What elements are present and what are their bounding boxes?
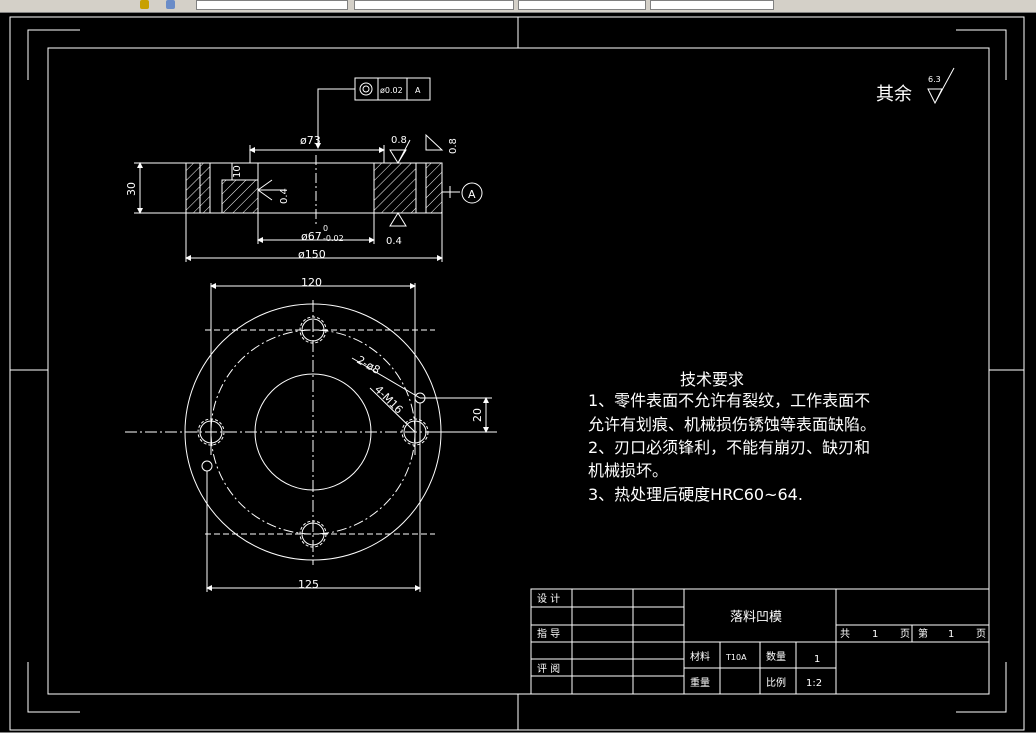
tb-material-label: 材料 (690, 650, 710, 663)
tech-requirements: 技术要求 1、零件表面不允许有裂纹，工作表面不 允许有划痕、机械损伤锈蚀等表面缺… (588, 370, 876, 504)
dim-h30: 30 (125, 182, 138, 196)
tech-title: 技术要求 (680, 370, 744, 389)
dim-w125: 125 (298, 578, 319, 591)
dim-w120: 120 (301, 276, 322, 289)
roughness-08b: 0.8 (448, 138, 459, 154)
tolerance-value: ø0.02 (380, 86, 403, 95)
plan-dim-text: 120 125 20 2-ø8 4-M16 (298, 276, 484, 591)
tb-part-name: 落料凹模 (730, 610, 782, 625)
tolerance-datum: A (415, 86, 421, 95)
tb-total-n: 1 (872, 629, 878, 640)
dim-h10: 10 (232, 165, 243, 178)
title-block (530, 588, 990, 695)
sheet-frame (9, 16, 1025, 731)
roughness-04b: 0.4 (386, 236, 402, 247)
tb-material: T10A (725, 653, 747, 662)
general-roughness: 其余 6.3 (876, 67, 955, 105)
tb-page-word2: 页 (976, 628, 986, 640)
dim-h20: 20 (471, 408, 484, 422)
roughness-label: 其余 (876, 84, 912, 105)
layer-icon[interactable] (140, 0, 149, 9)
tech-line-1: 1、零件表面不允许有裂纹，工作表面不 (588, 391, 870, 410)
section-view (185, 155, 443, 225)
toolbar (0, 0, 1036, 13)
tb-audit: 评 阅 (537, 662, 560, 675)
datum-label: A (468, 188, 476, 201)
tb-qty: 1 (814, 654, 820, 665)
tb-design: 设 计 (537, 592, 560, 605)
roughness-04a: 0.4 (279, 188, 290, 204)
dim-d67: ø67 (301, 230, 322, 243)
lineweight-dropdown[interactable] (650, 0, 774, 10)
tb-scale: 1:2 (806, 678, 822, 689)
linetype-dropdown[interactable] (518, 0, 646, 10)
tech-line-5: 3、热处理后硬度HRC60~64. (588, 485, 803, 504)
command-line[interactable] (0, 732, 1036, 741)
tolerance-frame: ø0.02 A (315, 77, 431, 149)
tb-qty-label: 数量 (766, 650, 786, 663)
datum-marker: A (442, 182, 483, 204)
tb-total: 共 (840, 628, 850, 640)
roughness-08a: 0.8 (391, 135, 407, 146)
roughness-value: 6.3 (928, 75, 941, 84)
tb-sheet: 第 (918, 627, 928, 640)
drawing-canvas[interactable]: 其余 6.3 ø0.02 A ø73 ø67 0 -0.02 ø150 30 1… (0, 13, 1036, 732)
dim-d67-lower: -0.02 (323, 234, 344, 243)
layer-dropdown[interactable] (196, 0, 348, 10)
dim-holes-b: 4-M16 (372, 383, 406, 417)
dim-d150: ø150 (298, 248, 326, 261)
dim-d73: ø73 (300, 134, 321, 147)
tb-page-word: 页 (900, 628, 910, 640)
cube-icon[interactable] (166, 0, 175, 9)
tb-weight-label: 重量 (690, 676, 710, 689)
tech-line-4: 机械损坏。 (588, 461, 668, 480)
tb-sheet-n: 1 (948, 629, 954, 640)
color-dropdown[interactable] (354, 0, 514, 10)
plan-view (125, 283, 500, 592)
tech-line-3: 2、刃口必须锋利，不能有崩刃、缺刃和 (588, 438, 870, 457)
drawing-svg: 其余 6.3 ø0.02 A ø73 ø67 0 -0.02 ø150 30 1… (9, 16, 1025, 731)
tech-line-2: 允许有划痕、机械损伤锈蚀等表面缺陷。 (588, 415, 876, 434)
tb-scale-label: 比例 (766, 676, 786, 689)
tb-review: 指 导 (537, 627, 560, 640)
dim-d67-upper: 0 (323, 224, 328, 233)
